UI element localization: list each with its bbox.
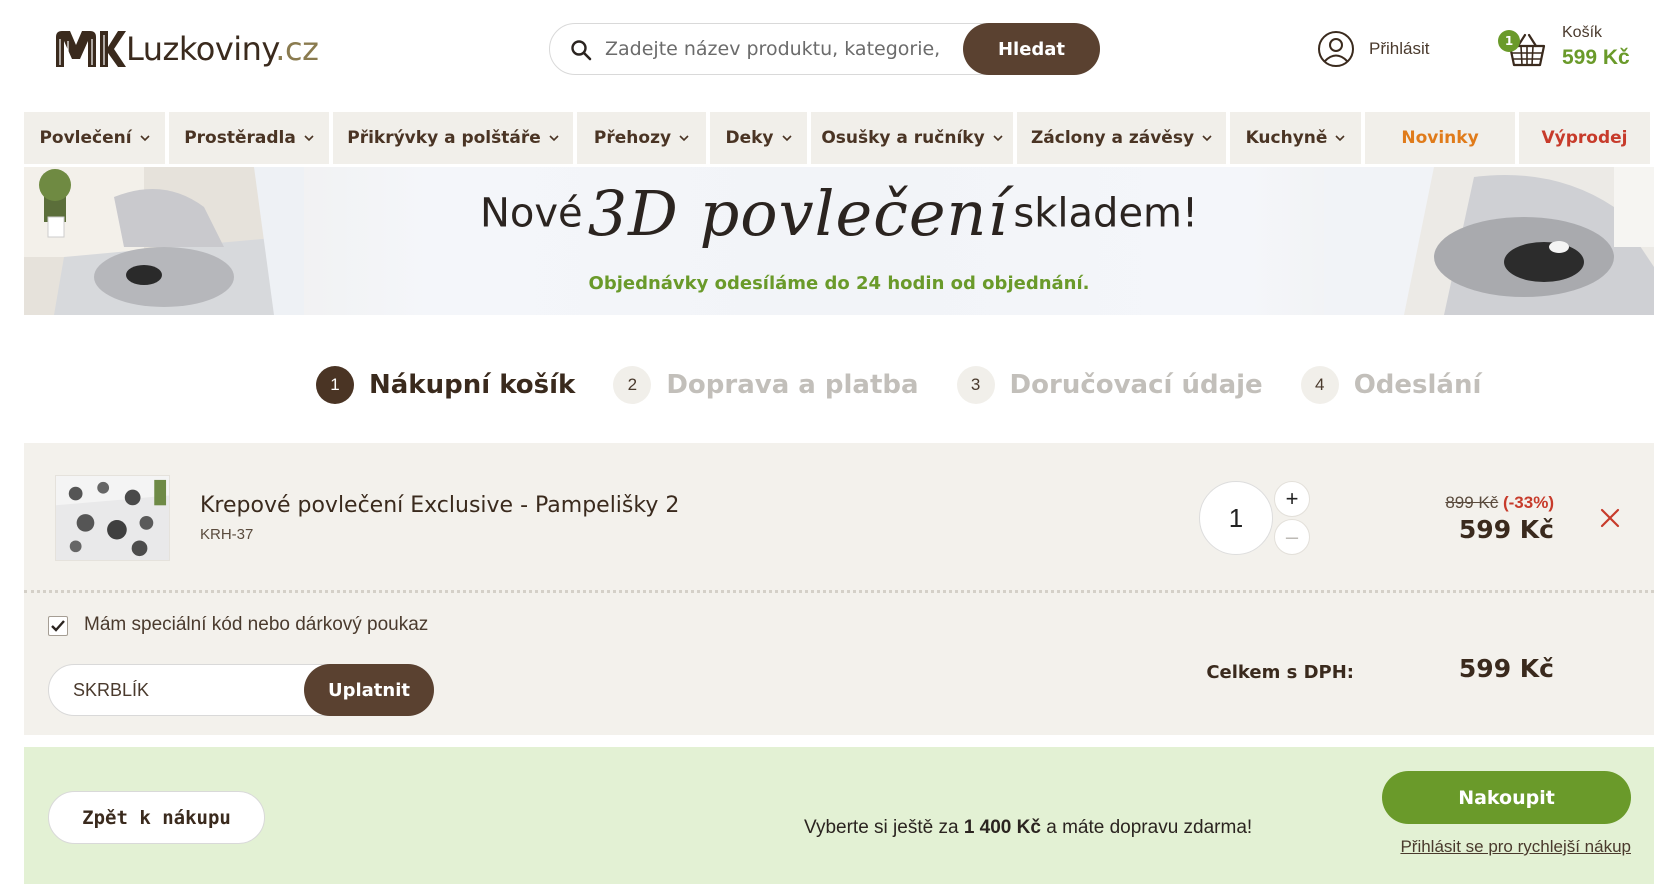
nav-label: Deky (725, 128, 774, 148)
step-delivery: 3 Doručovací údaje (956, 366, 1263, 404)
promo-banner[interactable]: Nové 3D povlečení skladem! Objednávky od… (24, 167, 1654, 315)
fast-login-link[interactable]: Přihlásit se pro rychlejší nákup (1382, 837, 1631, 857)
coupon-field: Uplatnit (48, 664, 434, 716)
step-number: 4 (1300, 366, 1339, 404)
search-input[interactable] (605, 24, 945, 74)
product-code: KRH-37 (200, 526, 254, 543)
nav-item-zaclony[interactable]: Záclony a závěsy (1017, 112, 1226, 164)
item-price: 599 Kč (1458, 515, 1554, 544)
coupon-checkbox[interactable] (48, 616, 68, 636)
login-link[interactable]: Přihlásit (1317, 30, 1429, 68)
coupon-input[interactable] (73, 665, 293, 715)
cart-box: Krepové povlečení Exclusive - Pampelišky… (24, 443, 1654, 735)
nav-label: Povlečení (39, 128, 132, 148)
cart-label: Košík (1562, 24, 1603, 41)
quantity-decrease-button[interactable]: – (1274, 519, 1310, 555)
chevron-down-icon (304, 135, 314, 142)
nav-label: Záclony a závěsy (1030, 128, 1195, 148)
step-label: Nákupní košík (369, 370, 576, 400)
chevron-down-icon (679, 135, 689, 142)
back-to-shop-button[interactable]: Zpět k nákupu (48, 791, 265, 844)
coupon-label[interactable]: Mám speciální kód nebo dárkový poukaz (84, 614, 428, 636)
chevron-down-icon (1202, 135, 1212, 142)
step-label: Doprava a platba (666, 370, 919, 400)
logo-text: Luzkoviny.cz (126, 30, 319, 68)
chevron-down-icon (781, 135, 792, 142)
login-label: Přihlásit (1369, 39, 1430, 58)
step-cart: 1 Nákupní košík (316, 366, 575, 404)
checkmark-icon (51, 620, 65, 632)
nav-label: Kuchyně (1245, 128, 1328, 148)
original-price: 899 Kč (-33%) (1445, 493, 1554, 512)
nav-label: Prostěradla (184, 128, 296, 148)
user-icon (1318, 31, 1354, 67)
free-shipping-notice: Vyberte si ještě za 1 400 Kč a máte dopr… (804, 817, 1253, 838)
cart-item-row: Krepové povlečení Exclusive - Pampelišky… (24, 443, 1654, 593)
cart-count-badge: 1 (1498, 30, 1520, 52)
nav-item-prosteradla[interactable]: Prostěradla (169, 112, 329, 164)
logo-mark-icon (56, 31, 126, 67)
search-button[interactable]: Hledat (963, 23, 1100, 75)
site-logo[interactable]: Luzkoviny.cz (52, 24, 319, 74)
chevron-down-icon (139, 135, 150, 142)
nav-item-vyprodej[interactable]: Výprodej (1519, 112, 1650, 164)
site-header: Luzkoviny.cz Hledat Přihlásit 1 Košík 59 (0, 0, 1661, 105)
nav-item-prehozy[interactable]: Přehozy (577, 112, 706, 164)
step-send: 4 Odeslání (1300, 366, 1482, 404)
main-nav: Povlečení Prostěradla Přikrývky a polštá… (24, 112, 1654, 164)
chevron-down-icon (549, 135, 559, 142)
step-number: 1 (316, 366, 354, 404)
step-label: Doručovací údaje (1009, 370, 1263, 400)
step-number: 3 (956, 366, 995, 404)
total-value: 599 Kč (1458, 654, 1554, 683)
checkout-actions: Zpět k nákupu Vyberte si ještě za 1 400 … (24, 747, 1654, 884)
search-bar: Hledat (549, 23, 1100, 75)
quantity-increase-button[interactable]: + (1274, 481, 1310, 517)
search-icon (571, 40, 592, 61)
nav-item-osusky[interactable]: Osušky a ručníky (811, 112, 1013, 164)
nav-label: Osušky a ručníky (821, 128, 985, 148)
banner-title: Nové 3D povlečení skladem! (479, 177, 1199, 250)
total-label: Celkem s DPH: (1206, 662, 1354, 683)
banner-subtitle: Objednávky odesíláme do 24 hodin od obje… (588, 273, 1090, 294)
apply-coupon-button[interactable]: Uplatnit (304, 664, 434, 716)
quantity-value[interactable]: 1 (1199, 481, 1273, 555)
checkout-button[interactable]: Nakoupit (1382, 771, 1631, 824)
product-name[interactable]: Krepové povlečení Exclusive - Pampelišky… (200, 493, 679, 518)
cart-widget[interactable]: 1 Košík 599 Kč (1498, 22, 1648, 82)
remove-item-icon[interactable] (1598, 506, 1622, 530)
nav-item-kuchyne[interactable]: Kuchyně (1230, 112, 1361, 164)
chevron-down-icon (1335, 135, 1346, 142)
product-thumbnail[interactable] (55, 475, 170, 561)
nav-item-deky[interactable]: Deky (710, 112, 807, 164)
nav-item-povleceni[interactable]: Povlečení (24, 112, 165, 164)
cart-total: 599 Kč (1562, 46, 1630, 69)
nav-item-prikryvky[interactable]: Přikrývky a polštáře (333, 112, 573, 164)
nav-item-novinky[interactable]: Novinky (1365, 112, 1515, 164)
chevron-down-icon (993, 135, 1003, 142)
step-number: 2 (613, 366, 652, 404)
nav-label: Přikrývky a polštáře (347, 128, 541, 148)
checkout-steps: 1 Nákupní košík 2 Doprava a platba 3 Dor… (316, 365, 1519, 405)
nav-label: Přehozy (593, 128, 672, 148)
step-shipping: 2 Doprava a platba (613, 366, 919, 404)
step-label: Odeslání (1353, 370, 1482, 400)
